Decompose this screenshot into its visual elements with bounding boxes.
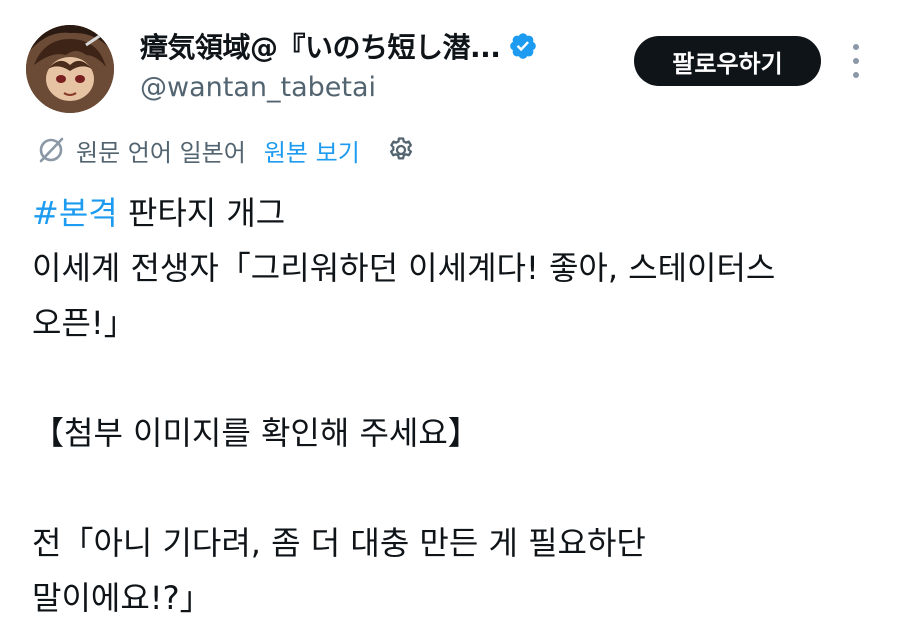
translate-icon — [36, 135, 66, 165]
user-handle[interactable]: @wantan_tabetai — [140, 72, 376, 103]
follow-button[interactable]: 팔로우하기 — [634, 36, 821, 86]
post-card: 瘴気領域@『いのち短し潜... @wantan_tabetai 팔로우하기 원문… — [0, 0, 900, 633]
display-name[interactable]: 瘴気領域@『いのち短し潜... — [140, 26, 501, 66]
verified-badge-icon — [508, 31, 538, 61]
translation-label: 원문 언어 일본어 — [76, 138, 246, 167]
hashtag-link[interactable]: #본격 — [32, 194, 118, 232]
post-line-1: #본격 판타지 개그 — [32, 186, 882, 241]
post-line-2: 이세계 전생자「그리워하던 이세계다! 좋아, 스테이터스 — [32, 249, 776, 287]
avatar-image — [26, 25, 114, 113]
post-line-6: 말이에요!?」 — [32, 579, 212, 617]
display-name-row: 瘴気領域@『いのち短し潜... — [140, 26, 538, 66]
translation-bar: 원문 언어 일본어 원본 보기 — [36, 132, 416, 168]
post-line-1-text: 판타지 개그 — [117, 194, 286, 232]
show-original-link[interactable]: 원본 보기 — [264, 133, 360, 168]
avatar[interactable] — [26, 25, 114, 113]
post-line-4: 【첨부 이미지를 확인해 주세요】 — [32, 414, 480, 452]
post-text: #본격 판타지 개그 이세계 전생자「그리워하던 이세계다! 좋아, 스테이터스… — [32, 186, 882, 626]
gear-icon[interactable] — [386, 135, 416, 165]
post-line-5: 전「아니 기다려, 좀 더 대충 만든 게 필요하단 — [32, 524, 646, 562]
more-vertical-icon[interactable] — [846, 44, 866, 78]
post-line-3: 오픈!」 — [32, 304, 136, 342]
